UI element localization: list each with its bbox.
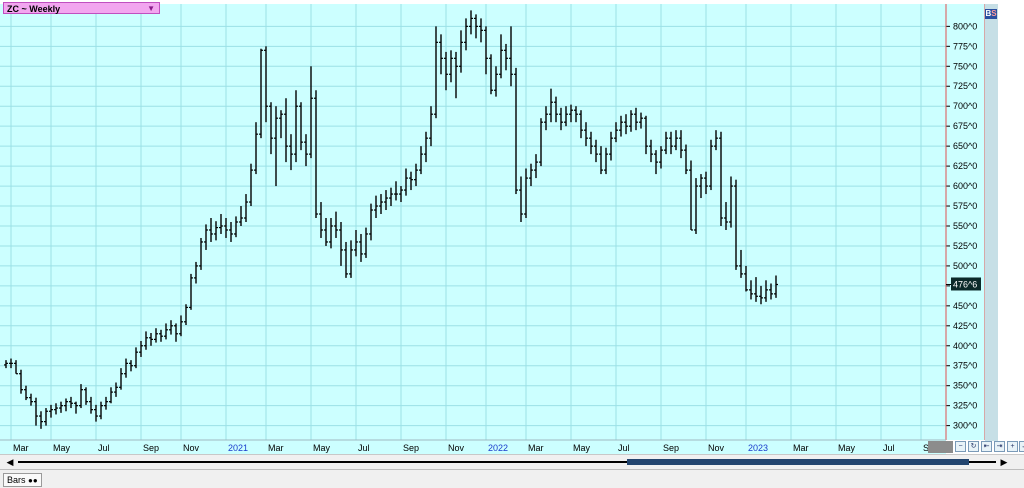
y-tick-label: 500^0 [953, 261, 977, 271]
x-tick-label: Nov [708, 443, 725, 453]
plot-area[interactable] [0, 4, 946, 440]
scroll-end-icon[interactable]: ⇥ [994, 441, 1005, 452]
y-tick-label: 300^0 [953, 421, 977, 431]
y-tick-label: 325^0 [953, 401, 977, 411]
y-tick-label: 650^0 [953, 141, 977, 151]
y-tick-label: 525^0 [953, 241, 977, 251]
x-tick-label: Nov [183, 443, 200, 453]
triangle-right-icon[interactable]: ▶ [998, 456, 1010, 468]
y-tick-label: 800^0 [953, 21, 977, 31]
y-tick-label: 750^0 [953, 61, 977, 71]
y-tick-label: 600^0 [953, 181, 977, 191]
x-tick-label: Jul [883, 443, 895, 453]
x-tick-label: 2022 [488, 443, 508, 453]
bars-tab-label: Bars [7, 475, 26, 485]
x-tick-label: Jul [98, 443, 110, 453]
zoom-out-icon[interactable]: − [955, 441, 966, 452]
scroll-thumb[interactable] [627, 459, 969, 465]
x-tick-label: Sep [143, 443, 159, 453]
bars-tab[interactable]: Bars ●● [3, 473, 42, 487]
double-dot-icon: ●● [28, 476, 38, 485]
y-tick-label: 350^0 [953, 381, 977, 391]
y-tick-label: 775^0 [953, 41, 977, 51]
y-tick-label: 400^0 [953, 341, 977, 351]
refresh-icon[interactable]: ↻ [968, 441, 979, 452]
x-tick-label: Mar [268, 443, 284, 453]
x-tick-label: Jul [358, 443, 370, 453]
x-tick-label: 2021 [228, 443, 248, 453]
symbol-label: ZC ~ Weekly [7, 4, 61, 14]
y-tick-label: 725^0 [953, 81, 977, 91]
y-tick-label: 425^0 [953, 321, 977, 331]
x-tick-label: May [313, 443, 331, 453]
chart-frame: 300^0325^0350^0375^0400^0425^0450^0475^0… [0, 0, 1024, 487]
y-tick-label: 550^0 [953, 221, 977, 231]
symbol-selector[interactable]: ZC ~ Weekly ▼ [3, 2, 160, 14]
buy-sell-button[interactable]: BS [985, 9, 997, 19]
x-tick-label: May [53, 443, 71, 453]
y-tick-label: 450^0 [953, 301, 977, 311]
right-side-panel [985, 4, 998, 441]
x-tick-label: Nov [448, 443, 465, 453]
x-tick-label: May [573, 443, 591, 453]
sell-label: S [991, 9, 997, 18]
y-tick-label: 625^0 [953, 161, 977, 171]
y-tick-label: 575^0 [953, 201, 977, 211]
y-tick-label: 375^0 [953, 361, 977, 371]
triangle-down-icon[interactable]: ▼ [147, 3, 155, 15]
x-tick-label: May [838, 443, 856, 453]
date-axis-end-block [928, 441, 953, 453]
x-tick-label: Mar [793, 443, 809, 453]
x-tick-label: Sep [403, 443, 419, 453]
y-tick-label: 675^0 [953, 121, 977, 131]
triangle-left-icon[interactable]: ◀ [4, 456, 16, 468]
horizontal-scrollbar[interactable]: ◀ ▶ [0, 454, 1024, 469]
fit-icon[interactable]: ↔ [1019, 441, 1024, 452]
zoom-in-icon[interactable]: + [1007, 441, 1018, 452]
x-tick-label: Sep [663, 443, 679, 453]
status-bar: Bars ●● [0, 469, 1024, 488]
scroll-start-icon[interactable]: ⇤ [981, 441, 992, 452]
x-tick-label: 2023 [748, 443, 768, 453]
y-tick-label: 700^0 [953, 101, 977, 111]
x-tick-label: Mar [528, 443, 544, 453]
x-tick-label: Jul [618, 443, 630, 453]
last-price-label: 476^6 [953, 279, 977, 289]
x-tick-label: Mar [13, 443, 29, 453]
